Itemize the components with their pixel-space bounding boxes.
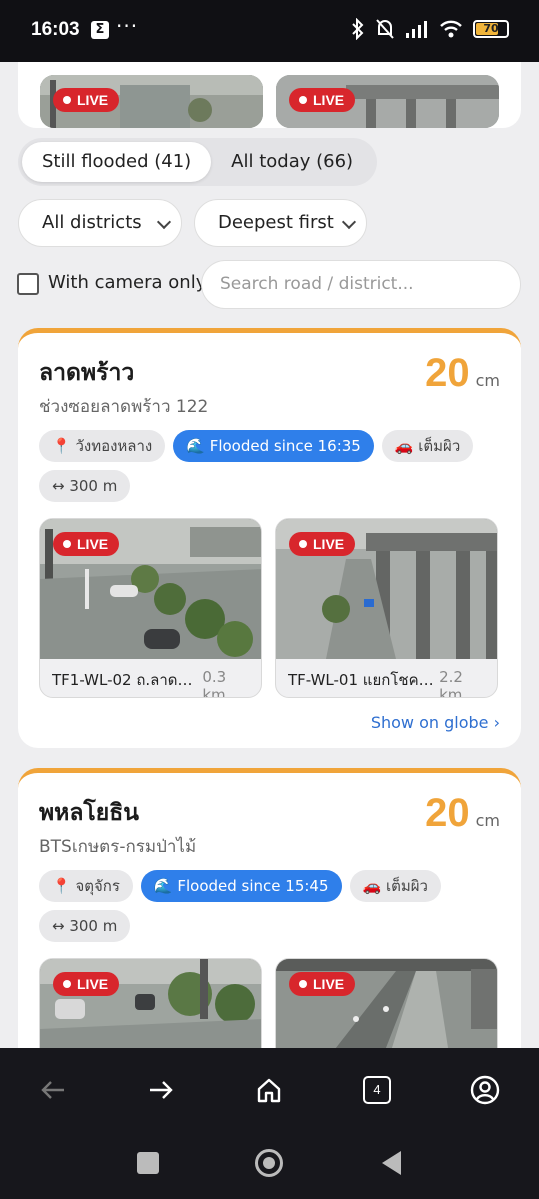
- tag-list: 📍 จตุจักร 🌊 Flooded since 15:45 🚗 เต็มผิ…: [39, 870, 509, 942]
- depth-value: 20: [425, 791, 470, 835]
- status-tabs: Still flooded (41) All today (66): [18, 138, 378, 186]
- account-icon[interactable]: [465, 1070, 505, 1110]
- sort-select[interactable]: Deepest first: [194, 199, 367, 247]
- live-badge: LIVE: [53, 972, 120, 996]
- recents-icon[interactable]: [137, 1152, 159, 1174]
- camera-thumbnail[interactable]: LIVE: [276, 75, 499, 128]
- search-input[interactable]: Search road / district...: [201, 260, 521, 309]
- road-segment: ช่วงซอยลาดพร้าว 122: [39, 397, 209, 417]
- road-segment: BTSเกษตร-กรมป่าไม้: [39, 837, 197, 857]
- system-navigation: [0, 1130, 539, 1199]
- live-badge: LIVE: [53, 532, 120, 556]
- camera-distance: 2.2 km: [439, 668, 463, 698]
- clock: 16:03: [31, 19, 80, 40]
- district-select[interactable]: All districts: [18, 199, 182, 247]
- flooded-since-tag: 🌊 Flooded since 15:45: [140, 870, 342, 902]
- road-name: ลาดพร้าว: [39, 360, 135, 386]
- camera-only-label[interactable]: With camera only: [48, 272, 206, 293]
- tag-list: 📍 วังทองหลาง 🌊 Flooded since 16:35 🚗 เต็…: [39, 430, 509, 502]
- live-badge: LIVE: [289, 972, 356, 996]
- flooded-since-tag: 🌊 Flooded since 16:35: [173, 430, 374, 462]
- live-badge: LIVE: [289, 532, 356, 556]
- battery-icon: 70: [473, 20, 509, 38]
- traffic-tag: 🚗 เต็มผิว: [381, 430, 474, 462]
- battery-level: 70: [483, 22, 499, 35]
- live-badge: LIVE: [53, 88, 120, 112]
- length-tag: ↔ 300 m: [39, 470, 131, 502]
- home-icon[interactable]: [249, 1070, 289, 1110]
- sort-select-value: Deepest first: [218, 212, 334, 233]
- mute-icon: [376, 19, 394, 39]
- camera-only-checkbox[interactable]: [17, 273, 39, 295]
- camera-distance: 0.3 km: [202, 668, 227, 698]
- chevron-down-icon: [156, 214, 172, 230]
- back-icon[interactable]: [33, 1070, 73, 1110]
- home-circle-icon[interactable]: [255, 1149, 283, 1177]
- depth-unit: cm: [475, 811, 500, 830]
- camera-thumbnail[interactable]: LIVE: [40, 75, 263, 128]
- wifi-icon: [440, 20, 462, 38]
- flood-depth: 20 cm: [425, 351, 500, 396]
- district-tag: 📍 วังทองหลาง: [39, 430, 166, 462]
- live-badge: LIVE: [289, 88, 356, 112]
- length-tag: ↔ 300 m: [39, 910, 131, 942]
- previous-card: LIVE LIVE: [18, 62, 521, 128]
- district-tag: 📍 จตุจักร: [39, 870, 133, 902]
- camera-name: TF-WL-01 แยกโชคชัย 4: [288, 671, 440, 689]
- camera-tile[interactable]: LIVE TF1-WL-02 ถ.ลาดพร้าว 0.3 km: [39, 518, 262, 698]
- tab-still-flooded[interactable]: Still flooded (41): [22, 142, 212, 182]
- more-notifications-icon: ···: [116, 14, 139, 38]
- traffic-tag: 🚗 เต็มผิว: [349, 870, 441, 902]
- page-content: LIVE LIVE Still flooded (41) All today (…: [0, 62, 539, 1048]
- browser-toolbar: 4: [0, 1048, 539, 1130]
- district-select-value: All districts: [42, 212, 142, 233]
- forward-icon[interactable]: [141, 1070, 181, 1110]
- flood-card[interactable]: ลาดพร้าว ช่วงซอยลาดพร้าว 122 20 cm 📍 วัง…: [18, 328, 521, 748]
- depth-unit: cm: [475, 371, 500, 390]
- show-on-globe-link[interactable]: Show on globe ›: [371, 713, 500, 732]
- tab-count: 4: [363, 1076, 391, 1104]
- camera-tile[interactable]: LIVE TF-WL-01 แยกโชคชัย 4 2.2 km: [275, 518, 498, 698]
- chevron-down-icon: [341, 214, 357, 230]
- back-triangle-icon[interactable]: [382, 1151, 401, 1175]
- bluetooth-icon: [352, 18, 364, 40]
- signal-icon: [406, 21, 427, 38]
- app-notification-icon: Σ: [91, 21, 109, 39]
- camera-name: TF1-WL-02 ถ.ลาดพร้าว: [52, 671, 203, 689]
- camera-tile[interactable]: LIVE: [275, 958, 498, 1048]
- depth-value: 20: [425, 351, 470, 395]
- status-bar: 16:03 Σ ··· 70: [0, 0, 539, 62]
- camera-tile[interactable]: LIVE: [39, 958, 262, 1048]
- road-name: พหลโยธิน: [39, 800, 140, 826]
- tab-all-today[interactable]: All today (66): [211, 142, 373, 182]
- flood-depth: 20 cm: [425, 791, 500, 836]
- flood-card[interactable]: พหลโยธิน BTSเกษตร-กรมป่าไม้ 20 cm 📍 จตุจ…: [18, 768, 521, 1048]
- tabs-icon[interactable]: 4: [357, 1070, 397, 1110]
